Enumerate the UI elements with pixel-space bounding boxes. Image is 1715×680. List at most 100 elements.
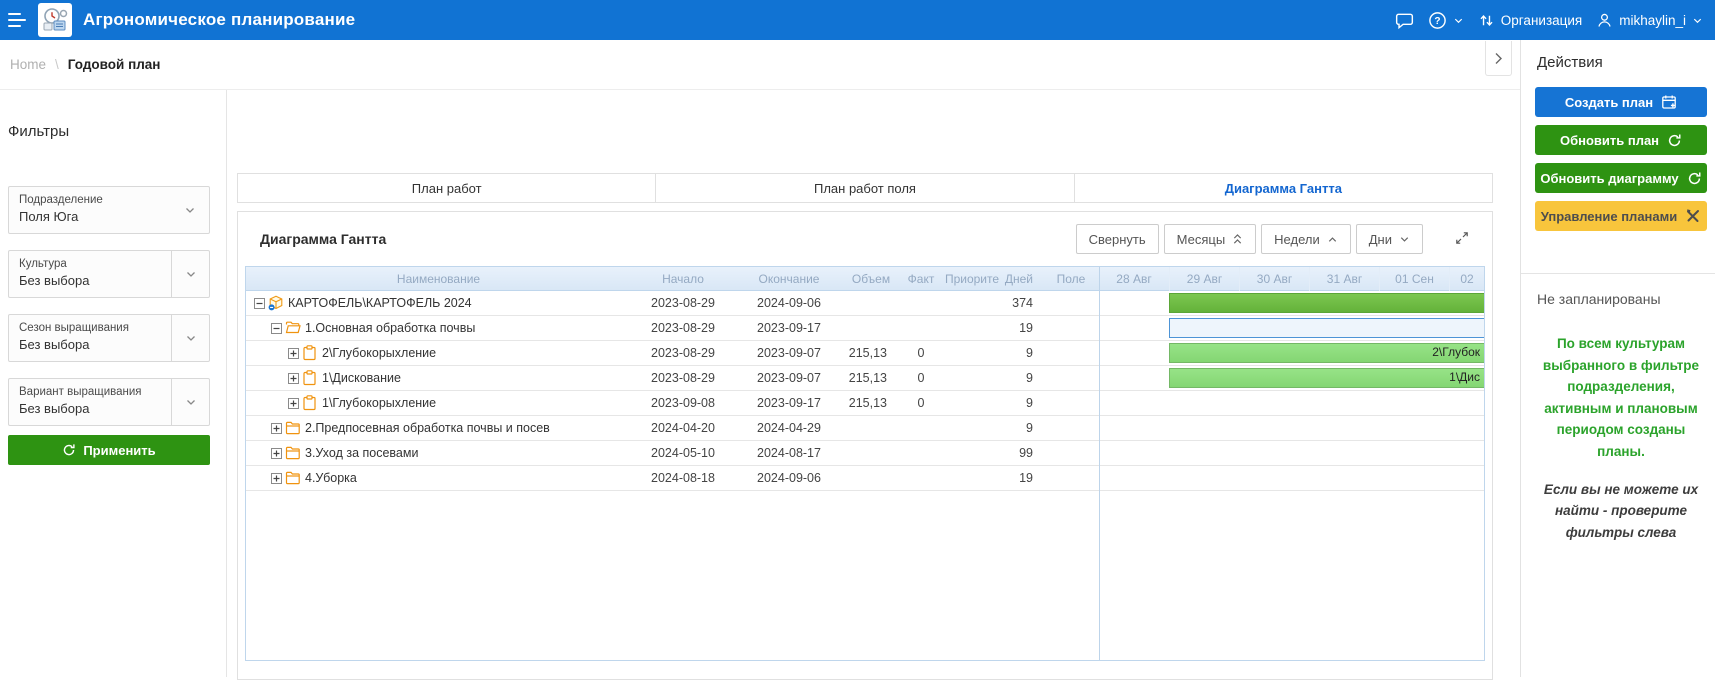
expand-node-icon[interactable] (271, 422, 282, 434)
task-icon (302, 395, 318, 411)
end-date-cell: 2023-09-07 (757, 371, 821, 385)
table-row[interactable]: 1.Основная обработка почвы 2023-08-29 2023… (246, 316, 1484, 341)
filter-division[interactable]: Подразделение Поля Юга (8, 186, 210, 234)
fact-cell: 0 (917, 371, 925, 385)
days-cell: 9 (1026, 371, 1033, 385)
tab-field-work-plan[interactable]: План работ поля (655, 174, 1073, 202)
days-cell: 19 (1019, 321, 1033, 335)
filter-season[interactable]: Сезон выращивания Без выбора (8, 314, 210, 362)
table-row[interactable]: КАРТОФЕЛЬ\КАРТОФЕЛЬ 2024 2023-08-29 2024-0… (246, 291, 1484, 316)
zoom-weeks-button[interactable]: Недели (1261, 224, 1351, 254)
organization-label: Организация (1500, 12, 1583, 28)
collapse-node-icon[interactable] (254, 297, 265, 309)
expand-node-icon[interactable] (271, 472, 282, 484)
filter-label: Подразделение (19, 194, 103, 206)
gantt-bar[interactable]: 2\Глубок (1169, 343, 1484, 363)
end-date-cell: 2024-08-17 (757, 446, 821, 460)
expand-node-icon[interactable] (288, 347, 299, 359)
table-row[interactable]: 2\Глубокорыхление 2023-08-29 2023-09-07 215… (246, 341, 1484, 366)
filter-value: Без выбора (19, 337, 90, 352)
table-row[interactable]: 4.Уборка 2024-08-18 2024-09-06 19 (246, 466, 1484, 491)
organization-switcher[interactable]: Организация (1478, 12, 1582, 29)
days-cell: 19 (1019, 471, 1033, 485)
task-name-cell: 2.Предпосевная обработка почвы и посев (246, 420, 631, 436)
collapse-node-icon[interactable] (271, 322, 282, 334)
manage-plans-button[interactable]: Управление планами (1535, 201, 1707, 231)
volume-cell: 215,13 (848, 371, 887, 385)
tab-gantt-chart[interactable]: Диаграмма Гантта (1073, 174, 1492, 202)
task-name-label: КАРТОФЕЛЬ\КАРТОФЕЛЬ 2024 (288, 296, 472, 310)
expand-node-icon[interactable] (288, 397, 299, 409)
days-cell: 9 (1026, 346, 1033, 360)
task-name-label: 2\Глубокорыхление (322, 346, 437, 360)
chevron-down-icon (171, 315, 209, 361)
task-icon (302, 370, 318, 386)
task-name-label: 1.Основная обработка почвы (305, 321, 476, 335)
table-row[interactable]: 2.Предпосевная обработка почвы и посев 20… (246, 416, 1484, 441)
column-header: Наименование (396, 272, 481, 286)
filter-culture[interactable]: Культура Без выбора (8, 250, 210, 298)
task-name-label: 1\Глубокорыхление (322, 396, 437, 410)
table-row[interactable]: 1\Дискование 2023-08-29 2023-09-07 215,13 0 9… (246, 366, 1484, 391)
action-button-label: Управление планами (1540, 208, 1678, 224)
date-column-header: 29 Авг (1169, 267, 1239, 291)
start-date-cell: 2023-08-29 (651, 321, 715, 335)
date-column-header: 31 Авг (1309, 267, 1379, 291)
zoom-days-button[interactable]: Дни (1355, 224, 1423, 254)
chat-icon[interactable] (1395, 11, 1414, 30)
gantt-bar[interactable] (1169, 318, 1484, 338)
column-header: Дней (1004, 272, 1033, 286)
main-area: Home \ Годовой план Фильтры Подразделени… (0, 40, 1520, 680)
action-button-label: Обновить диаграмму (1540, 170, 1679, 186)
gantt-bar[interactable]: 1\Дис (1169, 368, 1484, 388)
gantt-bar[interactable] (1169, 293, 1484, 313)
filter-text: Подразделение Поля Юга (9, 187, 171, 233)
chevron-down-icon (1454, 18, 1462, 23)
date-column-header: 30 Авг (1239, 267, 1309, 291)
expand-node-icon[interactable] (288, 372, 299, 384)
days-cell: 374 (1012, 296, 1033, 310)
date-column-header: 28 Авг (1116, 272, 1152, 286)
apply-filters-button[interactable]: Применить (8, 435, 210, 465)
breadcrumb: Home \ Годовой план (0, 40, 1520, 90)
months-label: Месяцы (1176, 231, 1226, 247)
filter-variant[interactable]: Вариант выращивания Без выбора (8, 378, 210, 426)
fullscreen-button[interactable] (1452, 228, 1472, 251)
start-date-cell: 2023-08-29 (651, 371, 715, 385)
task-name-cell: 4.Уборка (246, 470, 631, 486)
task-icon (302, 345, 318, 361)
refresh-diagram-button[interactable]: Обновить диаграмму (1535, 163, 1707, 193)
tab-work-plan[interactable]: План работ (238, 174, 655, 202)
unplanned-message: По всем культурам выбранного в фильтре п… (1542, 336, 1700, 459)
refresh-plan-button[interactable]: Обновить план (1535, 125, 1707, 155)
collapse-all-button[interactable]: Свернуть (1075, 224, 1159, 254)
gantt-grid: Наименование Начало Окончание Объем Факт Прио… (245, 266, 1485, 661)
gantt-bar-cell (1099, 391, 1484, 415)
gantt-bar-cell (1099, 316, 1484, 340)
create-plan-button[interactable]: Создать план (1535, 87, 1707, 117)
date-header-area: 28 Авг 29 Авг 30 Авг 31 Авг 01 Сен 02 (1099, 267, 1484, 291)
zoom-months-button[interactable]: Месяцы (1163, 224, 1257, 254)
help-menu[interactable]: ? (1428, 11, 1464, 30)
collapse-panel-button[interactable] (1485, 41, 1512, 76)
action-button-label: Обновить план (1559, 132, 1660, 148)
user-menu[interactable]: mikhaylin_i (1596, 12, 1703, 29)
expand-node-icon[interactable] (271, 447, 282, 459)
top-bar: Агрономическое планирование ? Организаци… (0, 0, 1715, 40)
table-row[interactable]: 1\Глубокорыхление 2023-09-08 2023-09-17 215… (246, 391, 1484, 416)
task-name-label: 1\Дискование (322, 371, 401, 385)
breadcrumb-home[interactable]: Home (10, 57, 46, 72)
start-date-cell: 2024-08-18 (651, 471, 715, 485)
volume-cell: 215,13 (848, 346, 887, 360)
table-row[interactable]: 3.Уход за посевами 2024-05-10 2024-08-17 99 (246, 441, 1484, 466)
start-date-cell: 2024-04-20 (651, 421, 715, 435)
weeks-label: Недели (1274, 231, 1320, 247)
swap-arrows-icon (1480, 14, 1493, 26)
filter-label: Вариант выращивания (19, 386, 142, 398)
menu-icon[interactable] (8, 13, 28, 27)
end-date-cell: 2023-09-17 (757, 321, 821, 335)
action-button-label: Создать план (1564, 94, 1654, 110)
filter-label: Сезон выращивания (19, 322, 129, 334)
tools-icon (1685, 208, 1701, 224)
task-name-label: 2.Предпосевная обработка почвы и посев (305, 421, 550, 435)
